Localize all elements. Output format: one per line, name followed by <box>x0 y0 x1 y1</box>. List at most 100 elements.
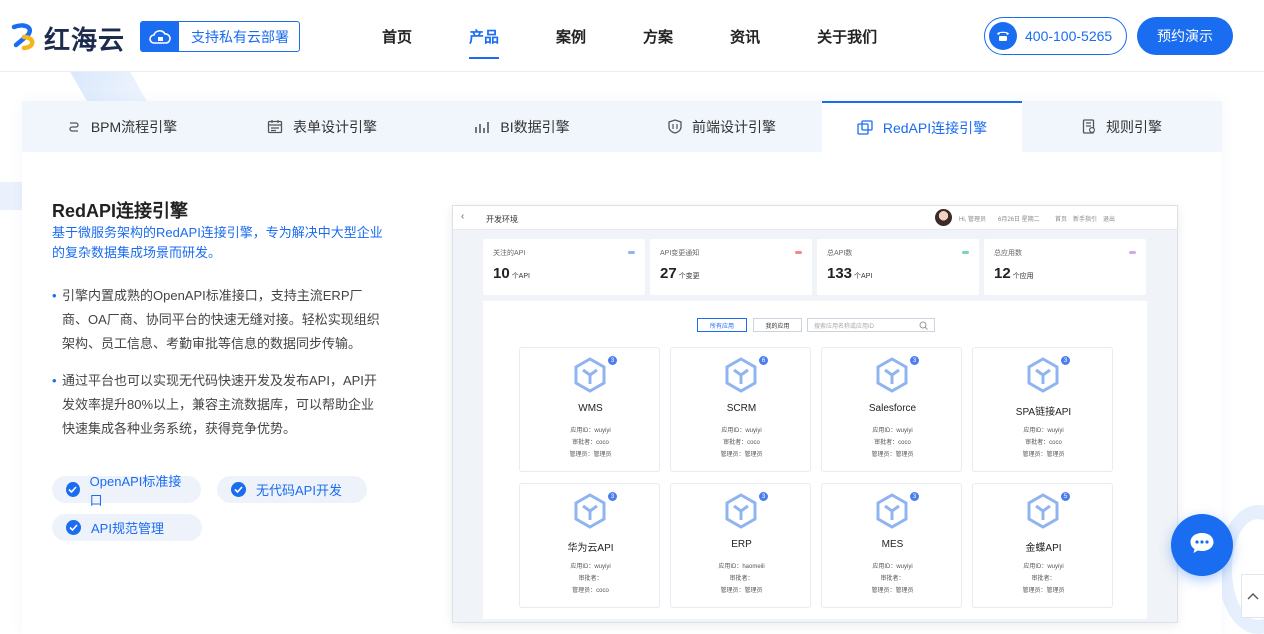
app-card: 6 SCRM 应用ID：wuyiyi 审批者：coco 管理员：管理员 <box>670 347 811 472</box>
app-approver: 审批者：coco <box>572 440 609 446</box>
app-id: 应用ID：wuyiyi <box>872 428 913 434</box>
app-card: 3 WMS 应用ID：wuyiyi 审批者：coco 管理员：管理员 <box>519 347 660 472</box>
app-name: SCRM <box>726 403 757 414</box>
nav-cases[interactable]: 案例 <box>540 0 602 72</box>
nav-about[interactable]: 关于我们 <box>801 0 893 72</box>
app-search: 搜索应用名称或应用ID <box>807 318 935 332</box>
app-name: Salesforce <box>868 403 917 414</box>
app-id: 应用ID：wuyiyi <box>1023 428 1064 434</box>
tab-label: 前端设计引擎 <box>692 118 776 135</box>
nav-products[interactable]: 产品 <box>453 0 515 72</box>
app-id: 应用ID：wuyiyi <box>872 564 913 570</box>
app-admin: 管理员：管理员 <box>569 452 612 458</box>
tab-frontend[interactable]: 前端设计引擎 <box>622 101 822 152</box>
app-admin: 管理员：管理员 <box>1022 588 1065 594</box>
decorative-block <box>0 182 22 210</box>
app-card: 3 华为云API 应用ID：wuyiyi 审批者： 管理员：coco <box>519 483 660 608</box>
app-badge: 5 <box>1061 492 1070 501</box>
flow-icon <box>67 120 81 134</box>
app-card: 5 金蝶API 应用ID：wuyiyi 审批者： 管理员：管理员 <box>972 483 1113 608</box>
feature-chip: API规范管理 <box>52 514 202 541</box>
app-card: 3 ERP 应用ID：haomeili 审批者： 管理员：管理员 <box>670 483 811 608</box>
app-admin: 管理员：管理员 <box>871 452 914 458</box>
tab-form[interactable]: 表单设计引擎 <box>222 101 422 152</box>
stat-dot <box>962 251 969 254</box>
app-approver: 审批者： <box>1031 576 1056 582</box>
mock-env-label: 开发环境 <box>486 215 518 224</box>
app-name: SPA链接API <box>1015 407 1072 418</box>
stat-label: 总应用数 <box>994 250 1022 257</box>
chat-button[interactable] <box>1171 514 1233 576</box>
stat-card: 总API数 133 个API <box>817 239 979 295</box>
app-approver: 审批者： <box>578 576 603 582</box>
stat-label: 总API数 <box>827 250 853 257</box>
book-demo-button[interactable]: 预约演示 <box>1137 17 1233 55</box>
api-hex-icon <box>573 493 607 534</box>
cloud-lock-icon <box>141 22 179 51</box>
link-window-icon <box>857 120 873 135</box>
chip-label: API规范管理 <box>91 521 164 536</box>
tab-rules[interactable]: 规则引擎 <box>1022 101 1222 152</box>
phone-number: 400-100-5265 <box>1025 28 1113 44</box>
mock-topbar: ‹ 开发环境 Hi, 管理员 6月26日 星期二 首页 新手指引 退出 <box>453 206 1177 230</box>
app-badge: 3 <box>759 492 768 501</box>
app-admin: 管理员：管理员 <box>1022 452 1065 458</box>
stat-unit: 个API <box>854 273 873 280</box>
stat-unit: 个变更 <box>678 273 700 280</box>
app-badge: 3 <box>910 492 919 501</box>
phone-button[interactable]: 400-100-5265 <box>984 17 1127 55</box>
private-cloud-badge[interactable]: 支持私有云部署 <box>140 21 300 52</box>
nav-news[interactable]: 资讯 <box>714 0 776 72</box>
stat-value-wrap: 27 个变更 <box>660 265 700 282</box>
logo-mark-icon <box>10 21 40 56</box>
mock-logout-link: 退出 <box>1103 217 1116 223</box>
stat-value-wrap: 133 个API <box>827 265 872 282</box>
back-to-top-button[interactable] <box>1241 574 1264 618</box>
app-card: 3 Salesforce 应用ID：wuyiyi 审批者：coco 管理员：管理… <box>821 347 962 472</box>
main-nav: 首页 产品 案例 方案 资讯 关于我们 <box>366 0 918 72</box>
site-header: 红海云 支持私有云部署 首页 产品 案例 方案 资讯 关于我们 400-100-… <box>0 0 1264 72</box>
search-icon <box>919 321 928 332</box>
phone-icon <box>989 22 1017 50</box>
chip-label: OpenAPI标准接口 <box>89 473 182 508</box>
feature-chip: 无代码API开发 <box>217 476 367 503</box>
tab-bi[interactable]: BI数据引擎 <box>422 101 622 152</box>
section-subtitle: 基于微服务架构的RedAPI连接引擎，专为解决中大型企业的复杂数据集成场景而研发… <box>52 225 383 260</box>
app-approver: 审批者： <box>729 576 754 582</box>
app-card: 3 MES 应用ID：wuyiyi 审批者： 管理员：管理员 <box>821 483 962 608</box>
filter-my-apps: 我的应用 <box>753 318 802 332</box>
api-hex-icon <box>1026 493 1060 534</box>
app-admin: 管理员：管理员 <box>720 588 763 594</box>
api-hex-icon <box>724 357 758 398</box>
app-name: 金蝶API <box>1025 543 1062 554</box>
filter-all-apps: 所有应用 <box>697 318 747 332</box>
app-id: 应用ID：wuyiyi <box>1023 564 1064 570</box>
stat-card: 总应用数 12 个应用 <box>984 239 1146 295</box>
check-icon <box>231 482 246 497</box>
tab-label: 规则引擎 <box>1106 118 1162 135</box>
api-hex-icon <box>573 357 607 398</box>
app-badge: 3 <box>608 356 617 365</box>
tab-redapi[interactable]: RedAPI连接引擎 <box>822 101 1022 152</box>
tab-label: RedAPI连接引擎 <box>882 119 988 136</box>
product-card: BPM流程引擎 表单设计引擎 BI数据引擎 前端设计引擎 RedAPI连接引擎 … <box>22 101 1222 634</box>
mock-home-link: 首页 <box>1055 217 1068 223</box>
avatar <box>935 209 952 226</box>
feature-chip: OpenAPI标准接口 <box>52 474 201 508</box>
stat-card: API变更通知 27 个变更 <box>650 239 812 295</box>
app-name: 华为云API <box>567 543 614 554</box>
app-id: 应用ID：wuyiyi <box>570 564 611 570</box>
logo-text: 红海云 <box>44 25 126 55</box>
logo[interactable]: 红海云 <box>10 20 125 57</box>
stat-value: 10 <box>493 265 510 282</box>
check-icon <box>66 520 81 535</box>
app-badge: 3 <box>608 492 617 501</box>
tab-bpm[interactable]: BPM流程引擎 <box>22 101 222 152</box>
nav-solutions[interactable]: 方案 <box>627 0 689 72</box>
rule-doc-icon <box>1082 119 1096 134</box>
mock-guide-link: 新手指引 <box>1073 217 1098 223</box>
nav-home[interactable]: 首页 <box>366 0 428 72</box>
chevron-up-icon <box>1247 587 1259 605</box>
app-id: 应用ID：wuyiyi <box>570 428 611 434</box>
stat-dot <box>1129 251 1136 254</box>
